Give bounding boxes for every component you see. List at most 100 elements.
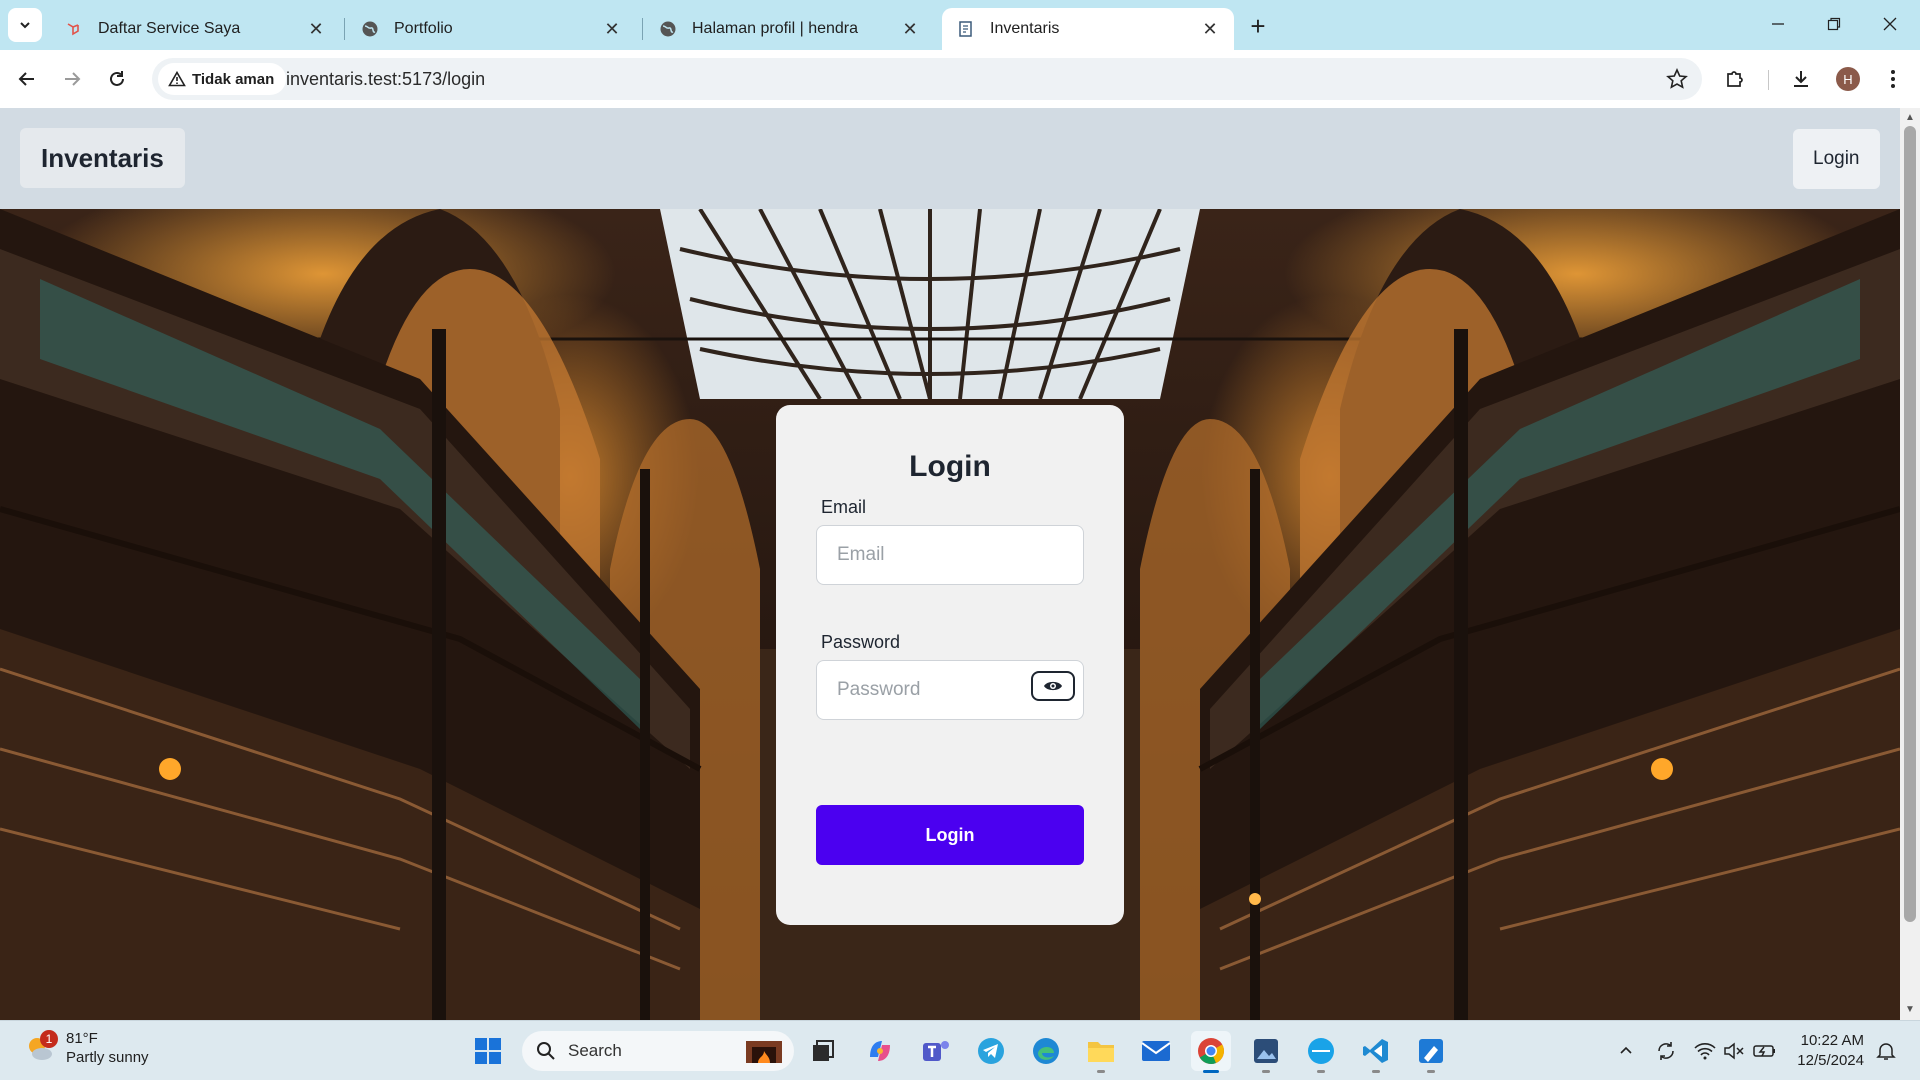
email-label: Email: [821, 497, 867, 517]
email-placeholder: Email: [837, 544, 885, 565]
teams-icon: [923, 1041, 949, 1061]
tab-title: Portfolio: [394, 20, 453, 37]
tab-search-button[interactable]: [8, 8, 42, 42]
clock-time: 10:22 AM: [1800, 1032, 1864, 1049]
battery-charging-icon[interactable]: [1753, 1039, 1777, 1063]
photos-icon: [1254, 1039, 1278, 1063]
paint-app-button[interactable]: [1411, 1031, 1451, 1073]
wifi-icon[interactable]: [1693, 1039, 1717, 1063]
chrome-button[interactable]: [1191, 1031, 1231, 1073]
taskbar: 1 81°F Partly sunny Search 10:22 AM 12/5…: [0, 1020, 1920, 1080]
globe-icon: [658, 19, 678, 39]
vscode-button[interactable]: [1356, 1031, 1396, 1073]
page-scrollbar[interactable]: ▲ ▼: [1900, 108, 1920, 1020]
telegram-button[interactable]: [971, 1031, 1011, 1071]
toggle-password-visibility-button[interactable]: [1031, 671, 1075, 701]
speaker-muted-icon[interactable]: [1722, 1039, 1746, 1063]
photos-app-button[interactable]: [1246, 1031, 1286, 1073]
brand-logo[interactable]: Inventaris: [20, 128, 185, 188]
login-submit-button[interactable]: Login: [816, 805, 1084, 865]
bookmark-star-icon[interactable]: [1666, 68, 1688, 95]
password-placeholder: Password: [837, 679, 921, 700]
scroll-up-icon[interactable]: ▲: [1904, 112, 1916, 124]
copilot-icon: [870, 1041, 890, 1061]
task-view-icon: [813, 1040, 834, 1061]
minimize-button[interactable]: [1758, 8, 1798, 40]
tab-strip: Daftar Service Saya ✕ Portfolio ✕ Halama…: [0, 0, 1920, 50]
app-header: Inventaris Login: [0, 108, 1900, 209]
start-button[interactable]: [468, 1031, 508, 1071]
sync-icon[interactable]: [1654, 1039, 1678, 1063]
tab-divider: [344, 18, 345, 40]
notification-badge: 1: [40, 1030, 58, 1048]
tab-daftar-service[interactable]: Daftar Service Saya ✕: [50, 8, 340, 50]
browser-app-button[interactable]: [1301, 1031, 1341, 1073]
browser-toolbar: Tidak aman inventaris.test:5173/login H: [0, 50, 1920, 108]
page-viewport: Inventaris Login Login Email Email Passw…: [0, 108, 1920, 1020]
security-chip[interactable]: Tidak aman: [158, 63, 287, 95]
profile-button[interactable]: H: [1833, 64, 1863, 94]
file-explorer-button[interactable]: [1081, 1031, 1121, 1073]
login-card: Login Email Email Password Password Logi…: [776, 405, 1124, 925]
edge-button[interactable]: [1026, 1031, 1066, 1071]
header-login-button[interactable]: Login: [1793, 129, 1880, 189]
close-icon[interactable]: ✕: [602, 19, 622, 39]
tab-title: Inventaris: [990, 20, 1060, 37]
system-clock[interactable]: 10:22 AM 12/5/2024: [1796, 1031, 1864, 1071]
fireplace-icon: [746, 1041, 782, 1063]
reload-button[interactable]: [102, 64, 132, 94]
teams-button[interactable]: [916, 1031, 956, 1071]
close-icon[interactable]: ✕: [306, 19, 326, 39]
new-tab-button[interactable]: +: [1244, 11, 1272, 41]
security-chip-label: Tidak aman: [192, 70, 275, 88]
copilot-button[interactable]: [860, 1031, 900, 1071]
forward-button[interactable]: [57, 64, 87, 94]
running-indicator: [1203, 1070, 1219, 1073]
password-field[interactable]: Password: [816, 660, 1084, 720]
laravel-icon: [64, 19, 84, 39]
restore-icon: [1827, 17, 1841, 31]
weather-widget[interactable]: 1 81°F Partly sunny: [24, 1029, 149, 1067]
tab-divider: [642, 18, 643, 40]
clock-date: 12/5/2024: [1797, 1052, 1864, 1069]
tab-portfolio[interactable]: Portfolio ✕: [346, 8, 636, 50]
tray-overflow-chevron-icon[interactable]: [1614, 1039, 1638, 1063]
running-indicator: [1317, 1070, 1325, 1073]
running-indicator: [1262, 1070, 1270, 1073]
scroll-down-icon[interactable]: ▼: [1904, 1004, 1916, 1016]
close-window-button[interactable]: [1870, 8, 1910, 40]
extensions-button[interactable]: [1720, 64, 1750, 94]
globe-icon: [360, 19, 380, 39]
download-icon: [1794, 71, 1808, 87]
email-field[interactable]: Email: [816, 525, 1084, 585]
notifications-bell-icon[interactable]: [1874, 1039, 1898, 1063]
login-title: Login: [909, 450, 991, 483]
warning-icon: [168, 71, 186, 87]
taskbar-search[interactable]: Search: [522, 1031, 794, 1071]
arrow-left-icon: [18, 72, 34, 86]
telegram-icon: [978, 1038, 1004, 1064]
restore-button[interactable]: [1814, 8, 1854, 40]
menu-button[interactable]: [1878, 64, 1908, 94]
address-bar[interactable]: Tidak aman inventaris.test:5173/login: [152, 58, 1702, 100]
close-icon[interactable]: ✕: [1200, 19, 1220, 39]
downloads-button[interactable]: [1786, 64, 1816, 94]
close-icon[interactable]: ✕: [900, 19, 920, 39]
weather-description: Partly sunny: [66, 1049, 149, 1066]
task-view-button[interactable]: [803, 1031, 843, 1071]
chrome-icon: [1198, 1038, 1224, 1064]
chevron-down-icon: [20, 22, 30, 29]
folder-icon: [1088, 1042, 1114, 1062]
tab-halaman-profil[interactable]: Halaman profil | hendra ✕: [644, 8, 934, 50]
more-vertical-icon: [1891, 70, 1895, 88]
tab-inventaris[interactable]: Inventaris ✕: [942, 8, 1234, 50]
scroll-thumb[interactable]: [1904, 126, 1916, 922]
tab-title: Halaman profil | hendra: [692, 20, 859, 37]
mail-button[interactable]: [1136, 1031, 1176, 1071]
search-label: Search: [568, 1041, 622, 1060]
toolbar-divider: [1768, 70, 1769, 90]
avatar: H: [1836, 67, 1860, 91]
windows-icon: [475, 1038, 501, 1064]
url-text[interactable]: inventaris.test:5173/login: [286, 69, 485, 90]
back-button[interactable]: [12, 64, 42, 94]
